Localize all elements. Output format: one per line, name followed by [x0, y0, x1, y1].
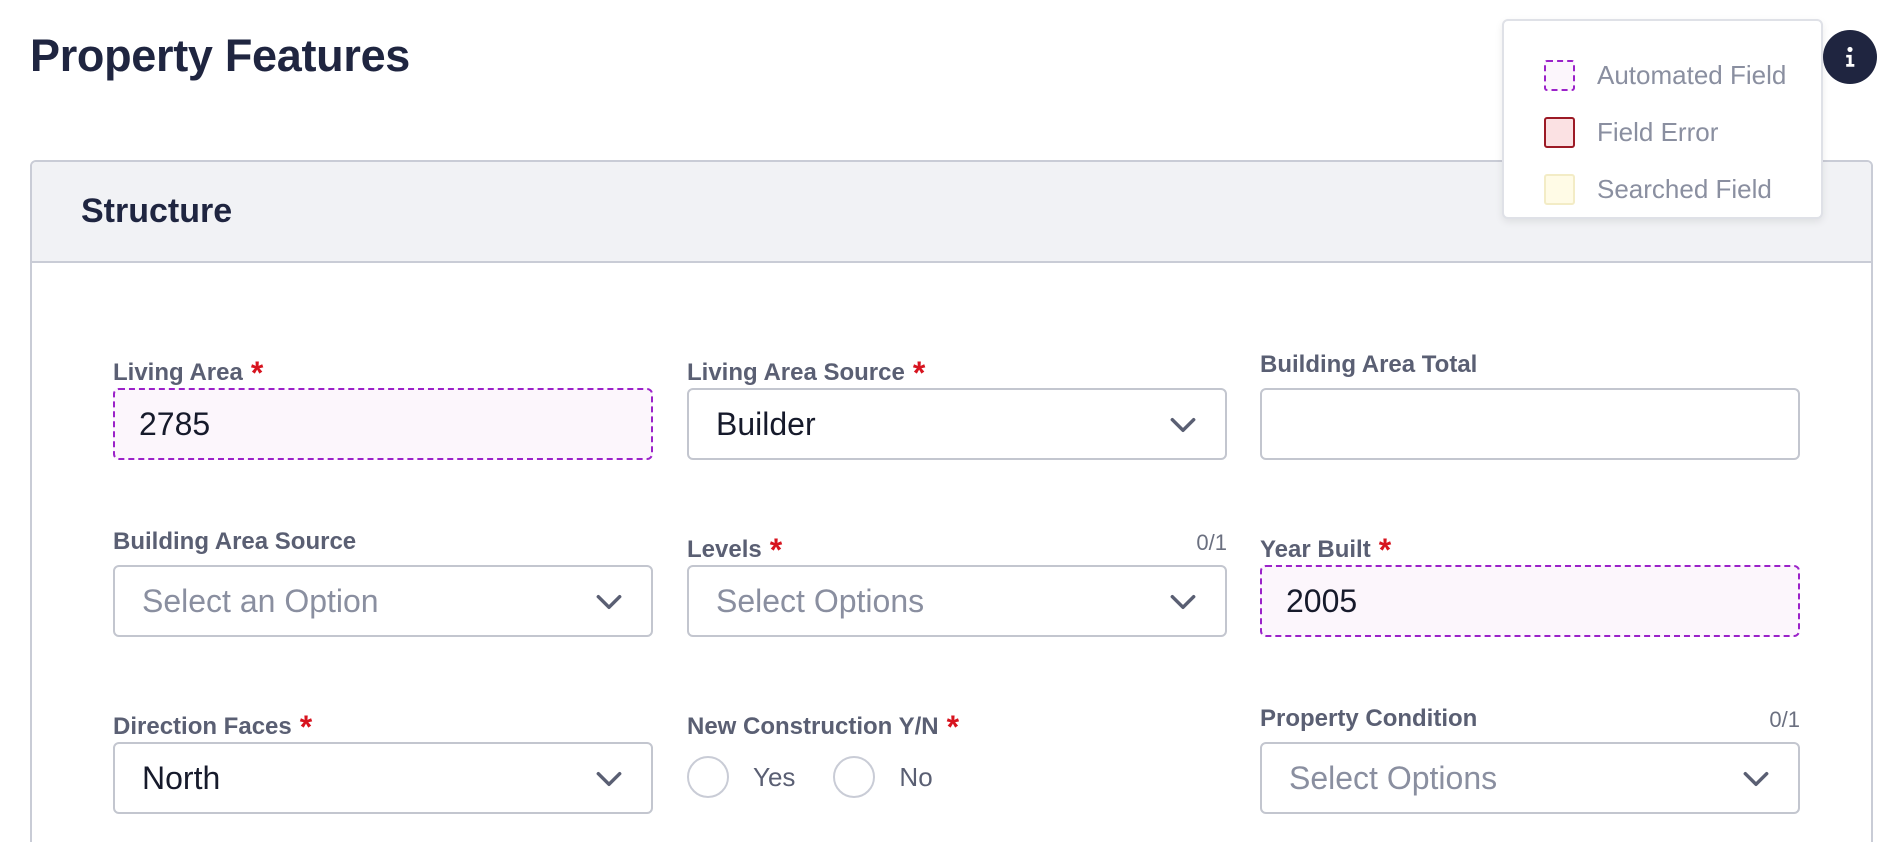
required-marker: * [912, 355, 926, 391]
property-condition-label: Property Condition [1260, 705, 1478, 732]
living-area-source-label: Living Area Source * [687, 355, 926, 391]
building-area-source-label: Building Area Source [113, 528, 357, 555]
direction-faces-field: Direction Faces * North [113, 699, 653, 814]
building-area-total-field: Building Area Total [1260, 345, 1800, 460]
page-title: Property Features [30, 30, 411, 81]
required-marker: * [769, 532, 783, 568]
new-construction-no-radio[interactable]: No [833, 756, 933, 798]
searched-swatch [1544, 174, 1575, 205]
year-built-field: Year Built * 2005 [1260, 522, 1800, 637]
year-built-label: Year Built * [1260, 532, 1392, 568]
living-area-label: Living Area * [113, 355, 264, 391]
property-condition-select[interactable]: Select Options [1260, 742, 1800, 814]
chevron-down-icon [596, 771, 622, 787]
automated-swatch [1544, 60, 1575, 91]
chevron-down-icon [1743, 771, 1769, 787]
new-construction-radio-group: Yes No [687, 747, 971, 807]
radio-label-no: No [899, 761, 933, 792]
legend-label: Field Error [1597, 117, 1719, 147]
property-condition-counter: 0/1 [1769, 707, 1800, 732]
legend-label: Automated Field [1597, 60, 1787, 90]
new-construction-label: New Construction Y/N * [687, 709, 960, 745]
required-marker: * [250, 355, 264, 391]
direction-faces-select[interactable]: North [113, 742, 653, 814]
living-area-source-select[interactable]: Builder [687, 388, 1227, 460]
legend-item-automated: Automated Field [1544, 47, 1821, 104]
field-legend-popover: Automated Field Field Error Searched Fie… [1502, 19, 1823, 219]
section-title: Structure [81, 192, 233, 230]
building-area-source-select[interactable]: Select an Option [113, 565, 653, 637]
building-area-total-input[interactable] [1260, 388, 1800, 460]
chevron-down-icon [1170, 417, 1196, 433]
levels-counter: 0/1 [1196, 530, 1227, 555]
levels-select[interactable]: Select Options [687, 565, 1227, 637]
living-area-field: Living Area * 2785 [113, 345, 653, 460]
living-area-source-field: Living Area Source * Builder [687, 345, 1227, 460]
radio-circle[interactable] [687, 756, 729, 798]
radio-label-yes: Yes [753, 761, 796, 792]
error-swatch [1544, 117, 1575, 148]
direction-faces-label: Direction Faces * [113, 709, 313, 745]
building-area-total-label: Building Area Total [1260, 351, 1478, 378]
legend-label: Searched Field [1597, 174, 1772, 204]
chevron-down-icon [1170, 594, 1196, 610]
levels-field: Levels * 0/1 Select Options [687, 522, 1227, 637]
new-construction-field: New Construction Y/N * Yes No [687, 699, 1227, 798]
required-marker: * [299, 709, 313, 745]
structure-section: Structure Living Area * 2785 Living Area … [30, 160, 1873, 842]
legend-item-error: Field Error [1544, 104, 1821, 161]
info-icon [1846, 46, 1855, 67]
new-construction-yes-radio[interactable]: Yes [687, 756, 795, 798]
radio-circle[interactable] [833, 756, 876, 798]
legend-item-searched: Searched Field [1544, 161, 1821, 218]
living-area-input[interactable]: 2785 [113, 388, 653, 460]
required-marker: * [946, 709, 960, 745]
year-built-input[interactable]: 2005 [1260, 565, 1800, 637]
property-condition-field: Property Condition 0/1 Select Options [1260, 699, 1800, 814]
required-marker: * [1378, 532, 1392, 568]
levels-label: Levels * [687, 532, 783, 568]
info-button[interactable] [1823, 30, 1877, 84]
building-area-source-field: Building Area Source Select an Option [113, 522, 653, 637]
chevron-down-icon [596, 594, 622, 610]
